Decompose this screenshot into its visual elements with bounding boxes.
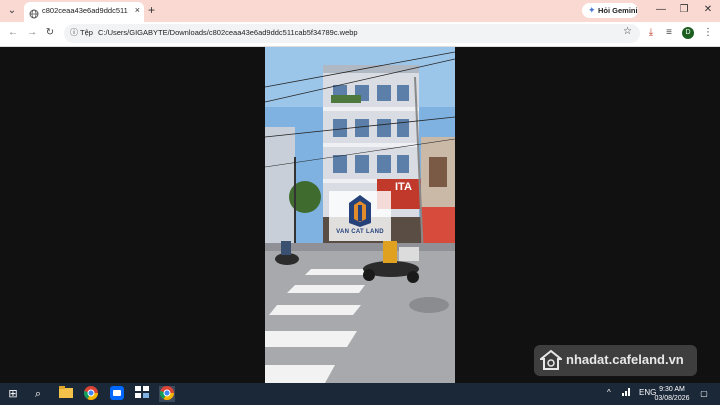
shop-sign-text: ITA bbox=[395, 181, 412, 193]
back-button[interactable]: ← bbox=[6, 26, 20, 40]
media-control-icon[interactable]: ≡ bbox=[662, 26, 676, 40]
cafeland-watermark: nhadat.cafeland.vn bbox=[534, 345, 697, 376]
reload-button[interactable]: ↻ bbox=[43, 26, 57, 40]
site-info-icon[interactable]: ⓘ bbox=[70, 27, 78, 38]
logo-text: VAN CAT LAND bbox=[336, 229, 384, 235]
tab-close-icon[interactable]: × bbox=[135, 5, 140, 15]
tab-list-button[interactable]: ⌄ bbox=[4, 3, 20, 19]
chrome-icon[interactable] bbox=[83, 386, 99, 402]
windows-taskbar: ⊞ ⌕ ^ ENG 9:30 AM 03/08/2026 ▢ bbox=[0, 383, 720, 405]
browser-toolbar: ← → ↻ ⓘ Tệp C:/Users/GIGABYTE/Downloads/… bbox=[0, 22, 720, 47]
image-viewer: VAN CAT LAND ITA nhadat.cafeland.vn bbox=[0, 47, 720, 383]
ask-gemini-button[interactable]: ✦ Hỏi Gemini bbox=[582, 3, 638, 18]
clock-date: 03/08/2026 bbox=[654, 395, 690, 402]
van-cat-land-logo: VAN CAT LAND bbox=[329, 191, 391, 241]
chrome-active-icon[interactable] bbox=[159, 386, 175, 402]
start-button[interactable]: ⊞ bbox=[5, 386, 21, 402]
new-tab-button[interactable]: + bbox=[148, 3, 155, 17]
url-text[interactable]: C:/Users/GIGABYTE/Downloads/c802ceaa43e6… bbox=[98, 28, 358, 37]
clock[interactable]: 9:30 AM 03/08/2026 bbox=[652, 385, 692, 403]
address-bar[interactable]: ⓘ Tệp C:/Users/GIGABYTE/Downloads/c802ce… bbox=[64, 24, 640, 43]
zalo-icon[interactable] bbox=[109, 386, 125, 402]
file-scheme-label: Tệp bbox=[80, 28, 93, 37]
task-manager-icon[interactable] bbox=[134, 386, 150, 402]
globe-icon bbox=[29, 6, 39, 19]
logo-mark-icon bbox=[349, 195, 371, 227]
tab-title: c802ceaa43e6ad9ddc511cab5f34789c.webp bbox=[42, 6, 128, 15]
download-icon[interactable]: ⤓ bbox=[644, 26, 658, 40]
gemini-icon: ✦ bbox=[588, 5, 596, 15]
house-icon bbox=[538, 349, 564, 376]
file-explorer-icon[interactable] bbox=[58, 386, 74, 402]
profile-avatar[interactable]: D bbox=[682, 27, 694, 39]
search-icon[interactable]: ⌕ bbox=[30, 386, 46, 402]
network-icon[interactable] bbox=[622, 388, 631, 398]
minimize-button[interactable]: — bbox=[654, 3, 668, 17]
notification-icon[interactable]: ▢ bbox=[698, 388, 710, 400]
menu-kebab-icon[interactable]: ⋮ bbox=[701, 26, 715, 40]
gemini-label: Hỏi Gemini bbox=[598, 6, 638, 15]
restore-button[interactable]: ❐ bbox=[677, 3, 691, 17]
clock-time: 9:30 AM bbox=[659, 386, 685, 393]
watermark-text: nhadat.cafeland.vn bbox=[566, 352, 684, 367]
bookmark-star-icon[interactable]: ☆ bbox=[623, 26, 632, 37]
tab-active[interactable]: c802ceaa43e6ad9ddc511cab5f34789c.webp × bbox=[24, 2, 144, 22]
close-window-button[interactable]: ✕ bbox=[701, 3, 715, 17]
tab-strip: ⌄ c802ceaa43e6ad9ddc511cab5f34789c.webp … bbox=[0, 0, 720, 22]
tray-chevron-icon[interactable]: ^ bbox=[607, 388, 611, 397]
forward-button[interactable]: → bbox=[25, 26, 39, 40]
street-photo: VAN CAT LAND ITA bbox=[265, 47, 455, 383]
